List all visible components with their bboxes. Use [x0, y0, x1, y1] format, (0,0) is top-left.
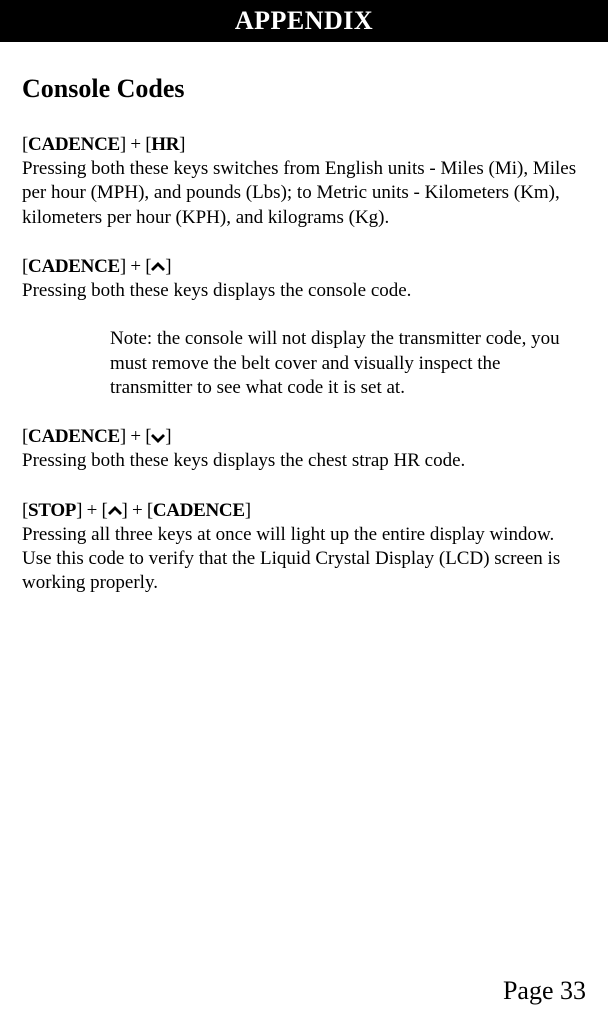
page-number: Page 33: [503, 976, 586, 1006]
arrow-down-icon: [151, 432, 165, 443]
key-combo: [STOP] + [] + [CADENCE]: [22, 500, 586, 522]
key-label: CADENCE: [153, 500, 245, 521]
combo-block: [STOP] + [] + [CADENCE]Pressing all thre…: [22, 500, 586, 596]
key-delimiter: ] + [: [120, 134, 151, 155]
key-delimiter: ] + [: [120, 256, 151, 277]
appendix-header: APPENDIX: [0, 0, 608, 42]
combos-container: [CADENCE] + [HR]Pressing both these keys…: [22, 134, 586, 595]
arrow-up-icon: [151, 262, 165, 273]
key-label: HR: [151, 134, 179, 155]
section-title: Console Codes: [22, 74, 586, 104]
key-delimiter: ] + [: [76, 500, 107, 521]
key-delimiter: ] + [: [120, 426, 151, 447]
combo-description: Pressing both these keys switches from E…: [22, 157, 586, 230]
key-combo: [CADENCE] + []: [22, 426, 586, 448]
combo-description: Pressing all three keys at once will lig…: [22, 523, 586, 596]
page: APPENDIX Console Codes [CADENCE] + [HR]P…: [0, 0, 608, 1032]
key-label: STOP: [28, 500, 76, 521]
arrow-up-icon: [108, 506, 122, 517]
key-combo: [CADENCE] + []: [22, 256, 586, 278]
key-delimiter: ]: [165, 256, 171, 277]
combo-block: [CADENCE] + [HR]Pressing both these keys…: [22, 134, 586, 230]
key-label: CADENCE: [28, 134, 120, 155]
combo-block: [CADENCE] + []Pressing both these keys d…: [22, 426, 586, 473]
combo-description: Pressing both these keys displays the co…: [22, 279, 586, 303]
combo-note: Note: the console will not display the t…: [22, 327, 586, 400]
key-delimiter: ]: [165, 426, 171, 447]
combo-description: Pressing both these keys displays the ch…: [22, 449, 586, 473]
key-label: CADENCE: [28, 426, 120, 447]
key-delimiter: ]: [245, 500, 251, 521]
key-delimiter: ] + [: [122, 500, 153, 521]
key-label: CADENCE: [28, 256, 120, 277]
combo-block: [CADENCE] + []Pressing both these keys d…: [22, 256, 586, 400]
key-combo: [CADENCE] + [HR]: [22, 134, 586, 156]
key-delimiter: ]: [179, 134, 185, 155]
